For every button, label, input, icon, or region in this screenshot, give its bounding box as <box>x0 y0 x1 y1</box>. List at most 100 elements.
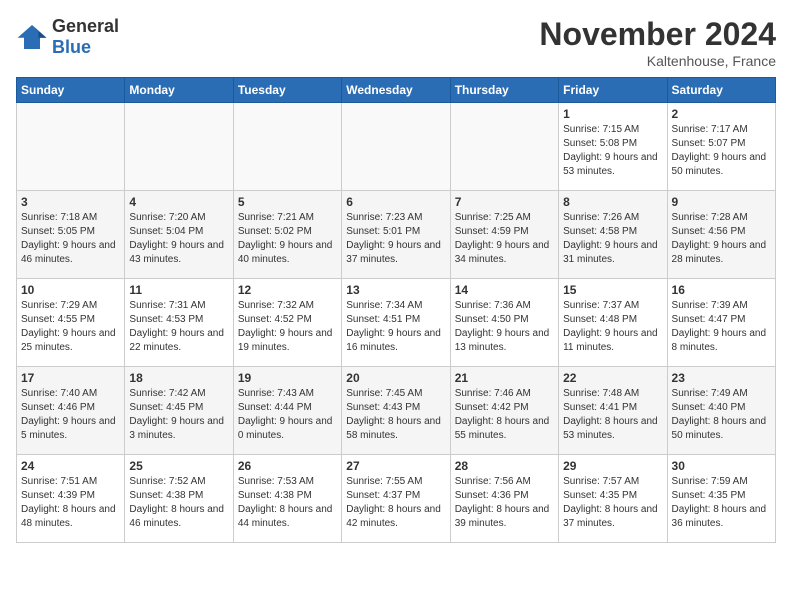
day-info: Sunrise: 7:37 AM Sunset: 4:48 PM Dayligh… <box>563 299 662 355</box>
day-number: 11 <box>129 283 228 297</box>
day-header-wednesday: Wednesday <box>342 78 450 103</box>
day-number: 25 <box>129 459 228 473</box>
calendar-cell: 8 Sunrise: 7:26 AM Sunset: 4:58 PM Daylig… <box>559 191 667 279</box>
day-number: 13 <box>346 283 445 297</box>
calendar-cell: 27 Sunrise: 7:55 AM Sunset: 4:37 PM Dayli… <box>342 455 450 543</box>
calendar-cell: 3 Sunrise: 7:18 AM Sunset: 5:05 PM Daylig… <box>17 191 125 279</box>
month-title: November 2024 <box>539 16 776 53</box>
calendar-week-4: 17Sunrise: 7:40 AM Sunset: 4:46 PM Dayli… <box>17 367 776 455</box>
calendar-week-5: 24 Sunrise: 7:51 AM Sunset: 4:39 PM Dayli… <box>17 455 776 543</box>
calendar-week-1: 1 Sunrise: 7:15 AM Sunset: 5:08 PM Daylig… <box>17 103 776 191</box>
day-info: Sunrise: 7:26 AM Sunset: 4:58 PM Dayligh… <box>563 211 662 267</box>
day-info: Sunrise: 7:23 AM Sunset: 5:01 PM Dayligh… <box>346 211 445 267</box>
calendar-cell: 28 Sunrise: 7:56 AM Sunset: 4:36 PM Dayli… <box>450 455 558 543</box>
calendar-cell: 19 Sunrise: 7:43 AM Sunset: 4:44 PM Dayli… <box>233 367 341 455</box>
day-info: Sunrise: 7:39 AM Sunset: 4:47 PM Dayligh… <box>672 299 771 355</box>
day-number: 28 <box>455 459 554 473</box>
calendar-cell: 23 Sunrise: 7:49 AM Sunset: 4:40 PM Dayli… <box>667 367 775 455</box>
calendar-cell: 7 Sunrise: 7:25 AM Sunset: 4:59 PM Daylig… <box>450 191 558 279</box>
day-info: Sunrise: 7:51 AM Sunset: 4:39 PM Dayligh… <box>21 475 120 531</box>
day-number: 29 <box>563 459 662 473</box>
calendar-week-2: 3 Sunrise: 7:18 AM Sunset: 5:05 PM Daylig… <box>17 191 776 279</box>
day-info: Sunrise: 7:42 AM Sunset: 4:45 PM Dayligh… <box>129 387 228 443</box>
day-info: Sunrise: 7:56 AM Sunset: 4:36 PM Dayligh… <box>455 475 554 531</box>
day-info: Sunrise: 7:36 AM Sunset: 4:50 PM Dayligh… <box>455 299 554 355</box>
calendar-cell: 13Sunrise: 7:34 AM Sunset: 4:51 PM Dayli… <box>342 279 450 367</box>
calendar-cell <box>17 103 125 191</box>
day-info: Sunrise: 7:46 AM Sunset: 4:42 PM Dayligh… <box>455 387 554 443</box>
calendar-header-row: SundayMondayTuesdayWednesdayThursdayFrid… <box>17 78 776 103</box>
day-info: Sunrise: 7:59 AM Sunset: 4:35 PM Dayligh… <box>672 475 771 531</box>
calendar-cell <box>125 103 233 191</box>
calendar-cell: 24 Sunrise: 7:51 AM Sunset: 4:39 PM Dayli… <box>17 455 125 543</box>
day-info: Sunrise: 7:45 AM Sunset: 4:43 PM Dayligh… <box>346 387 445 443</box>
calendar-cell: 11 Sunrise: 7:31 AM Sunset: 4:53 PM Dayli… <box>125 279 233 367</box>
day-header-sunday: Sunday <box>17 78 125 103</box>
day-info: Sunrise: 7:52 AM Sunset: 4:38 PM Dayligh… <box>129 475 228 531</box>
day-number: 14 <box>455 283 554 297</box>
logo: General Blue <box>16 16 119 58</box>
calendar-cell: 4 Sunrise: 7:20 AM Sunset: 5:04 PM Daylig… <box>125 191 233 279</box>
calendar-table: SundayMondayTuesdayWednesdayThursdayFrid… <box>16 77 776 543</box>
day-info: Sunrise: 7:49 AM Sunset: 4:40 PM Dayligh… <box>672 387 771 443</box>
calendar-week-3: 10 Sunrise: 7:29 AM Sunset: 4:55 PM Dayli… <box>17 279 776 367</box>
day-number: 26 <box>238 459 337 473</box>
day-info: Sunrise: 7:17 AM Sunset: 5:07 PM Dayligh… <box>672 123 771 179</box>
day-info: Sunrise: 7:48 AM Sunset: 4:41 PM Dayligh… <box>563 387 662 443</box>
day-number: 24 <box>21 459 120 473</box>
day-info: Sunrise: 7:25 AM Sunset: 4:59 PM Dayligh… <box>455 211 554 267</box>
calendar-cell: 20 Sunrise: 7:45 AM Sunset: 4:43 PM Dayli… <box>342 367 450 455</box>
calendar-cell: 29 Sunrise: 7:57 AM Sunset: 4:35 PM Dayli… <box>559 455 667 543</box>
day-header-monday: Monday <box>125 78 233 103</box>
day-info: Sunrise: 7:57 AM Sunset: 4:35 PM Dayligh… <box>563 475 662 531</box>
day-info: Sunrise: 7:20 AM Sunset: 5:04 PM Dayligh… <box>129 211 228 267</box>
calendar-cell: 16 Sunrise: 7:39 AM Sunset: 4:47 PM Dayli… <box>667 279 775 367</box>
day-number: 9 <box>672 195 771 209</box>
logo-icon <box>16 23 48 51</box>
day-number: 27 <box>346 459 445 473</box>
day-info: Sunrise: 7:15 AM Sunset: 5:08 PM Dayligh… <box>563 123 662 179</box>
day-header-thursday: Thursday <box>450 78 558 103</box>
calendar-cell: 6 Sunrise: 7:23 AM Sunset: 5:01 PM Daylig… <box>342 191 450 279</box>
day-header-saturday: Saturday <box>667 78 775 103</box>
day-info: Sunrise: 7:29 AM Sunset: 4:55 PM Dayligh… <box>21 299 120 355</box>
day-number: 3 <box>21 195 120 209</box>
day-number: 4 <box>129 195 228 209</box>
calendar-cell: 1 Sunrise: 7:15 AM Sunset: 5:08 PM Daylig… <box>559 103 667 191</box>
day-number: 1 <box>563 107 662 121</box>
calendar-cell: 10 Sunrise: 7:29 AM Sunset: 4:55 PM Dayli… <box>17 279 125 367</box>
calendar-cell: 14 Sunrise: 7:36 AM Sunset: 4:50 PM Dayli… <box>450 279 558 367</box>
day-number: 23 <box>672 371 771 385</box>
day-info: Sunrise: 7:43 AM Sunset: 4:44 PM Dayligh… <box>238 387 337 443</box>
day-number: 2 <box>672 107 771 121</box>
calendar-cell <box>233 103 341 191</box>
day-number: 7 <box>455 195 554 209</box>
calendar-cell: 2 Sunrise: 7:17 AM Sunset: 5:07 PM Daylig… <box>667 103 775 191</box>
day-number: 12 <box>238 283 337 297</box>
day-info: Sunrise: 7:55 AM Sunset: 4:37 PM Dayligh… <box>346 475 445 531</box>
day-header-tuesday: Tuesday <box>233 78 341 103</box>
day-info: Sunrise: 7:28 AM Sunset: 4:56 PM Dayligh… <box>672 211 771 267</box>
calendar-cell: 9 Sunrise: 7:28 AM Sunset: 4:56 PM Daylig… <box>667 191 775 279</box>
logo-general: General <box>52 16 119 36</box>
calendar-cell: 25 Sunrise: 7:52 AM Sunset: 4:38 PM Dayli… <box>125 455 233 543</box>
day-info: Sunrise: 7:53 AM Sunset: 4:38 PM Dayligh… <box>238 475 337 531</box>
day-info: Sunrise: 7:21 AM Sunset: 5:02 PM Dayligh… <box>238 211 337 267</box>
location: Kaltenhouse, France <box>539 53 776 69</box>
calendar-cell: 15 Sunrise: 7:37 AM Sunset: 4:48 PM Dayli… <box>559 279 667 367</box>
day-number: 16 <box>672 283 771 297</box>
calendar-cell: 5Sunrise: 7:21 AM Sunset: 5:02 PM Daylig… <box>233 191 341 279</box>
day-info: Sunrise: 7:18 AM Sunset: 5:05 PM Dayligh… <box>21 211 120 267</box>
calendar-cell: 22Sunrise: 7:48 AM Sunset: 4:41 PM Dayli… <box>559 367 667 455</box>
day-number: 19 <box>238 371 337 385</box>
day-number: 8 <box>563 195 662 209</box>
day-number: 10 <box>21 283 120 297</box>
day-header-friday: Friday <box>559 78 667 103</box>
calendar-cell: 18Sunrise: 7:42 AM Sunset: 4:45 PM Dayli… <box>125 367 233 455</box>
day-number: 17 <box>21 371 120 385</box>
day-number: 30 <box>672 459 771 473</box>
day-number: 15 <box>563 283 662 297</box>
day-number: 6 <box>346 195 445 209</box>
day-info: Sunrise: 7:31 AM Sunset: 4:53 PM Dayligh… <box>129 299 228 355</box>
day-number: 20 <box>346 371 445 385</box>
